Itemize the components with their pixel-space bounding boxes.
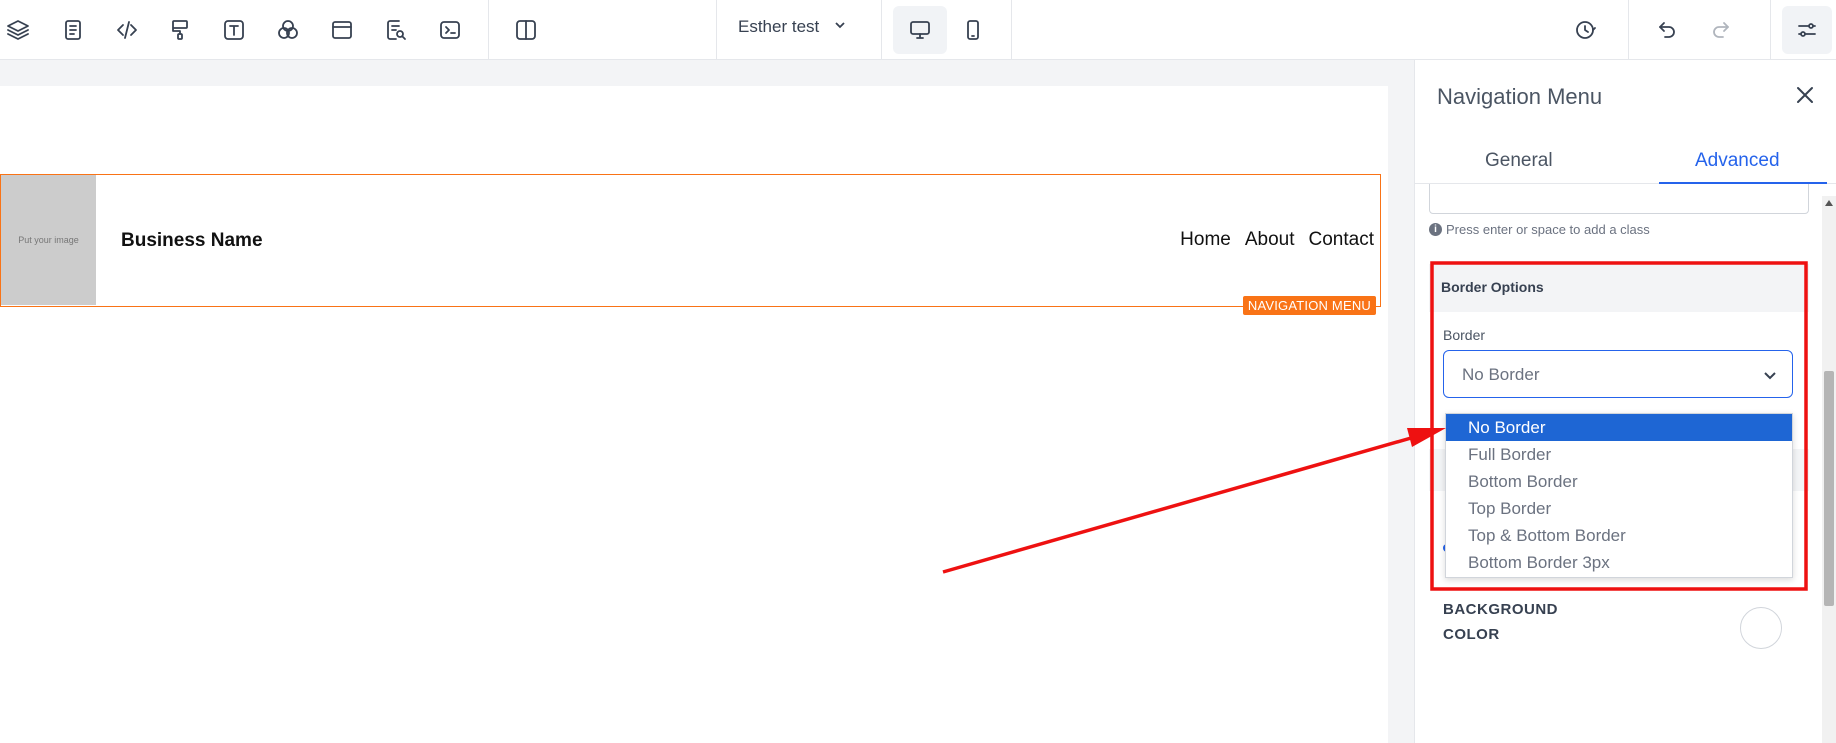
panel-title: Navigation Menu xyxy=(1437,84,1603,109)
chevron-down-icon xyxy=(833,17,847,37)
border-options-title: Border Options xyxy=(1441,279,1544,295)
dropdown-option[interactable]: No Border xyxy=(1446,414,1792,441)
class-hint: i Press enter or space to add a class xyxy=(1429,222,1650,237)
nav-links: Home About Contact xyxy=(1180,229,1374,251)
site-name: Esther test xyxy=(738,17,820,36)
info-icon: i xyxy=(1429,223,1442,236)
dropdown-option[interactable]: Bottom Border xyxy=(1446,468,1792,495)
border-dropdown-list: No Border Full Border Bottom Border Top … xyxy=(1445,413,1793,578)
toolbar-divider xyxy=(488,0,489,60)
search-document-icon[interactable] xyxy=(378,12,414,48)
undo-icon[interactable] xyxy=(1649,12,1685,48)
properties-panel: Navigation Menu General Advanced i Press… xyxy=(1414,60,1836,743)
dropdown-option[interactable]: Top & Bottom Border xyxy=(1446,522,1792,549)
background-color-swatch[interactable] xyxy=(1740,607,1782,649)
redo-icon[interactable] xyxy=(1703,12,1739,48)
chevron-down-icon xyxy=(1762,367,1778,383)
desktop-icon[interactable] xyxy=(893,6,947,54)
close-icon[interactable] xyxy=(1792,82,1818,108)
image-placeholder-text: Put your image xyxy=(18,235,79,245)
text-icon[interactable] xyxy=(216,12,252,48)
nav-link-about[interactable]: About xyxy=(1245,229,1295,251)
settings-sliders-icon[interactable] xyxy=(1782,6,1832,54)
tab-general[interactable]: General xyxy=(1485,150,1553,172)
scroll-thumb[interactable] xyxy=(1824,371,1834,606)
browser-window-icon[interactable] xyxy=(324,12,360,48)
navigation-menu-block[interactable]: Put your image Business Name Home About … xyxy=(0,174,1381,315)
border-select-value: No Border xyxy=(1462,365,1540,384)
border-select[interactable]: No Border xyxy=(1443,350,1793,398)
dropdown-option[interactable]: Full Border xyxy=(1446,441,1792,468)
nav-link-contact[interactable]: Contact xyxy=(1309,229,1374,251)
site-selector[interactable]: Esther test xyxy=(738,17,847,37)
block-type-tag: NAVIGATION MENU xyxy=(1242,296,1376,315)
editor-canvas: Put your image Business Name Home About … xyxy=(0,60,1414,743)
background-color-label: BACKGROUND COLOR xyxy=(1443,601,1558,643)
toolbar-divider xyxy=(1628,0,1629,60)
dropdown-option[interactable]: Top Border xyxy=(1446,495,1792,522)
layers-icon[interactable] xyxy=(0,12,36,48)
history-icon[interactable] xyxy=(1567,12,1603,48)
mobile-icon[interactable] xyxy=(955,12,991,48)
color-circles-icon[interactable] xyxy=(270,12,306,48)
border-options-header[interactable]: Border Options xyxy=(1429,264,1809,312)
class-input[interactable] xyxy=(1429,184,1809,214)
toolbar-divider xyxy=(1770,0,1771,60)
terminal-icon[interactable] xyxy=(432,12,468,48)
class-hint-text: Press enter or space to add a class xyxy=(1446,222,1650,237)
code-icon[interactable] xyxy=(109,12,145,48)
scroll-up-arrow-icon[interactable] xyxy=(1825,200,1833,206)
toolbar-divider xyxy=(881,0,882,60)
split-view-icon[interactable] xyxy=(508,12,544,48)
dropdown-option[interactable]: Bottom Border 3px xyxy=(1446,549,1792,576)
nav-link-home[interactable]: Home xyxy=(1180,229,1231,251)
image-placeholder[interactable]: Put your image xyxy=(1,175,96,305)
panel-tabs: General Advanced xyxy=(1415,142,1836,184)
tab-advanced[interactable]: Advanced xyxy=(1695,150,1780,172)
paint-roller-icon[interactable] xyxy=(162,12,198,48)
panel-scrollbar[interactable] xyxy=(1822,196,1836,743)
top-toolbar: Esther test xyxy=(0,0,1836,60)
business-name[interactable]: Business Name xyxy=(121,230,263,252)
toolbar-divider xyxy=(1011,0,1012,60)
border-label: Border xyxy=(1443,327,1486,343)
canvas-page: Put your image Business Name Home About … xyxy=(0,86,1388,743)
toolbar-divider xyxy=(716,0,717,60)
page-icon[interactable] xyxy=(55,12,91,48)
